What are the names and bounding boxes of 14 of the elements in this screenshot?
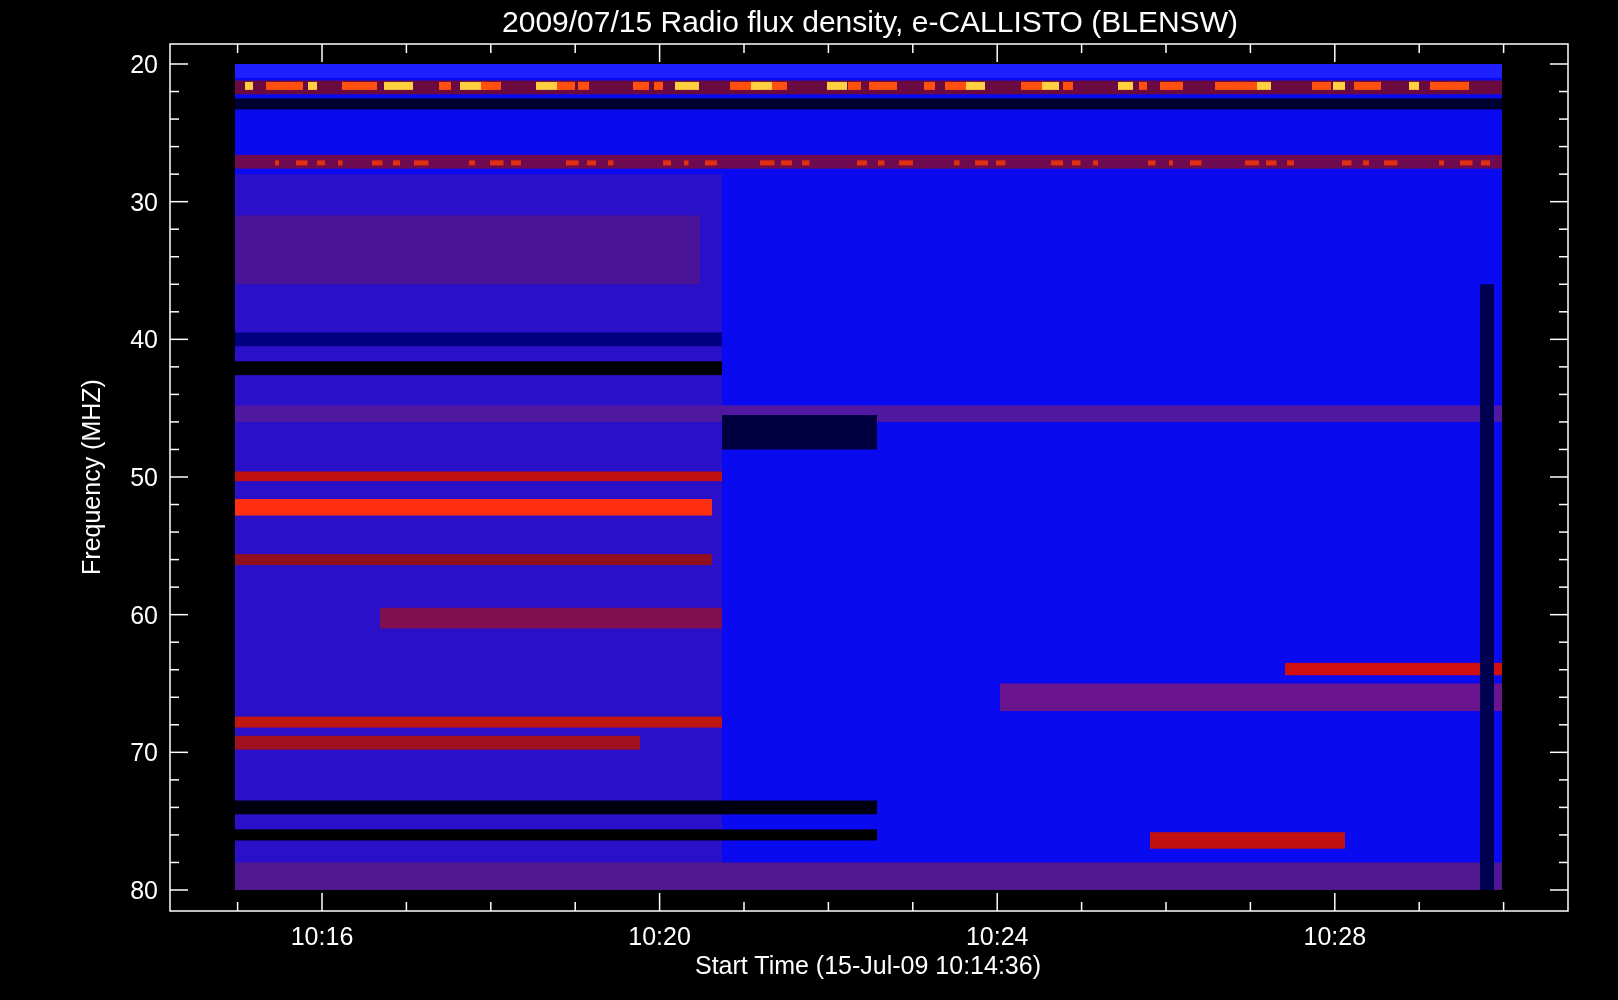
y-tick-label: 40 [130,325,158,354]
y-tick-label: 50 [130,463,158,491]
chart-title: 2009/07/15 Radio flux density, e-CALLISTO (BLENSW) [502,5,1238,38]
x-tick-label: 10:20 [628,922,691,950]
x-tick-label: 10:28 [1303,922,1367,950]
y-tick-label: 20 [130,50,158,78]
y-tick-label: 70 [130,738,158,767]
x-tick-label: 10:24 [965,922,1029,950]
x-tick-label: 10:16 [290,922,354,950]
y-tick-label: 80 [130,876,158,904]
x-axis-label: Start Time (15-Jul-09 10:14:36) [695,951,1041,979]
y-tick-label: 60 [130,600,158,629]
y-axis-label: Frequency (MHZ) [77,379,105,575]
y-tick-label: 30 [130,187,158,216]
